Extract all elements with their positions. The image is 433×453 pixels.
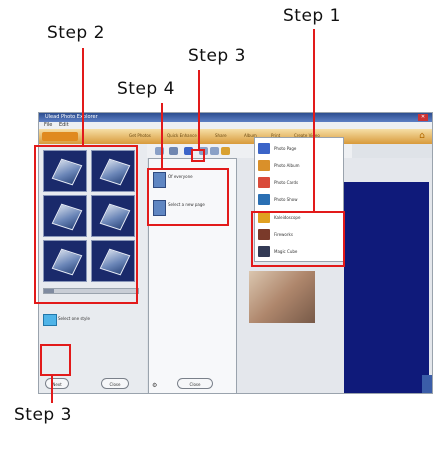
menu-item-photo-cards[interactable]: Photo Cards [258,176,342,190]
home-icon[interactable]: ⌂ [416,131,428,142]
undo-icon[interactable] [221,147,230,155]
highlight-step-1 [251,211,345,267]
nav-tab-get-photos[interactable]: Get Photos [129,133,151,138]
menu-item-photo-album[interactable]: Photo Album [258,159,342,173]
menu-edit[interactable]: Edit [59,122,69,128]
nav-tab-quick-enhance[interactable]: Quick Enhance [167,133,197,138]
photo-page-icon [258,143,270,154]
leader-step-2 [82,48,84,145]
photo-album-icon [258,160,270,171]
highlight-step-4 [147,168,229,226]
side-panel-button[interactable] [422,375,432,393]
highlight-step-3-top [191,149,205,162]
magnify-icon[interactable] [169,147,178,155]
project-canvas[interactable] [344,182,429,393]
menu-item-label: Photo Show [274,197,298,202]
rotate-icon[interactable] [210,147,219,155]
menu-item-label: Photo Page [274,146,297,151]
menu-file[interactable]: File [44,122,52,128]
photo-cards-icon [258,177,270,188]
leader-step-3-top [198,70,200,149]
dropdown-close-button[interactable]: Close [177,378,213,389]
menu-item-label: Photo Cards [274,180,299,185]
menu-item-photo-show[interactable]: Photo Show [258,193,342,207]
photo-show-icon [258,194,270,205]
step-3-bottom-label: Step 3 [14,405,72,425]
highlight-step-2 [34,145,138,304]
next-button[interactable]: Next [45,378,69,389]
title-bar: Ulead Photo Explorer ✕ [39,113,432,122]
highlight-step-3-bottom [40,344,71,376]
step-3-top-label: Step 3 [188,46,246,66]
step-2-label: Step 2 [47,23,105,43]
nav-bar: Get Photos Quick Enhance Share Album Pri… [39,129,432,144]
leader-step-4 [161,103,163,168]
leader-step-1 [313,29,315,211]
menu-bar: File Edit [39,122,432,129]
app-logo [42,132,78,141]
window-title: Ulead Photo Explorer [45,114,98,120]
close-button[interactable]: Close [101,378,129,389]
style-option-label: Select one style [58,316,90,321]
nav-tab-share[interactable]: Share [215,133,227,138]
step-1-label: Step 1 [283,6,341,26]
help-icon[interactable]: ⚙ [152,382,157,389]
menu-item-photo-page[interactable]: Photo Page [258,142,342,156]
step-4-label: Step 4 [117,79,175,99]
leader-step-3-bottom [51,376,53,403]
style-option-icon[interactable] [43,314,57,326]
menu-item-label: Photo Album [274,163,300,168]
close-window-icon[interactable]: ✕ [418,114,428,121]
photo-preview [249,271,315,323]
